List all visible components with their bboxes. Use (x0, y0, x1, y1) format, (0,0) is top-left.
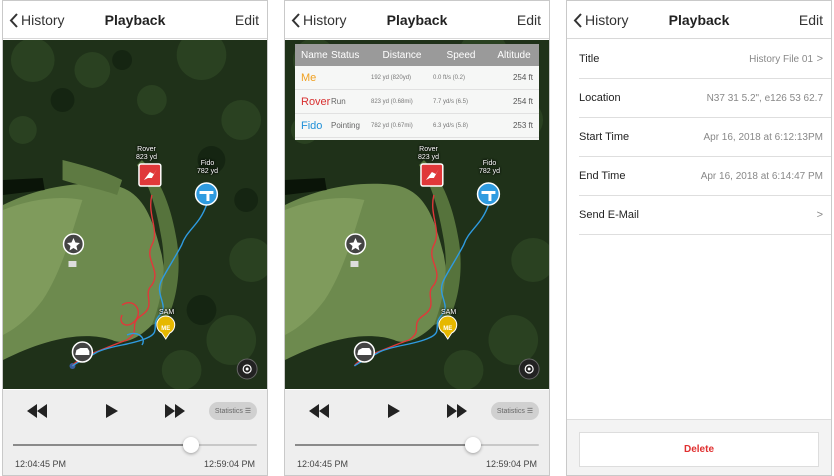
end-time-label: End Time (579, 170, 626, 182)
list-icon: ☰ (526, 408, 534, 415)
timeline-knob[interactable] (183, 437, 200, 453)
fast-forward-icon[interactable] (165, 404, 185, 418)
row-status: Run (331, 97, 346, 106)
statistics-table: Name Status Distance Speed Altitude Me 1… (295, 44, 539, 140)
row-distance: 782 yd (0.67mi) (371, 122, 413, 129)
play-icon[interactable] (105, 404, 119, 418)
playback-screen-map: History Playback Edit ME Rover 823 yd Fi… (2, 0, 268, 476)
playback-screen-details: History Playback Edit Title History File… (566, 0, 832, 476)
location-label: Location (579, 92, 621, 104)
delete-button[interactable]: Delete (579, 432, 819, 467)
row-altitude: 254 ft (512, 73, 533, 82)
play-icon[interactable] (387, 404, 401, 418)
timeline-progress (295, 444, 474, 446)
locate-button[interactable] (518, 358, 540, 380)
statistics-label: Statistics (214, 407, 243, 415)
timeline-knob[interactable] (465, 437, 482, 453)
row-name: Me (301, 71, 317, 84)
row-distance: 192 yd (820yd) (371, 74, 412, 81)
playback-controls: Statistics ☰ 12:04:45 PM 12:59:04 PM (285, 390, 549, 475)
sam-label: SAM (441, 309, 457, 316)
end-time: 12:59:04 PM (485, 459, 537, 469)
sam-label: SAM (159, 309, 175, 316)
vehicle-pin[interactable] (71, 341, 94, 363)
timeline-slider[interactable] (13, 437, 257, 453)
timeline-slider[interactable] (295, 437, 539, 453)
fido-label: Fido 782 yd (197, 160, 219, 175)
chevron-right-icon: > (816, 209, 823, 221)
start-time: 12:04:45 PM (297, 459, 349, 469)
column-header: Status (331, 49, 360, 61)
start-time-row: Start Time Apr 16, 2018 at 6:12:13PM (579, 118, 831, 157)
map-imagery: ME (3, 40, 267, 389)
rewind-icon[interactable] (309, 404, 329, 418)
start-time-value: Apr 16, 2018 at 6:12:13PM (703, 131, 823, 143)
satellite-map[interactable]: ME Rover 823 yd Fido 782 yd SAM (3, 40, 267, 389)
rover-pin[interactable] (420, 163, 444, 187)
nav-bar: History Playback Edit (285, 1, 549, 39)
list-icon: ☰ (244, 408, 252, 415)
row-altitude: 254 ft (512, 97, 533, 106)
send-email-row[interactable]: Send E-Mail > (579, 196, 831, 235)
chevron-right-icon: > (816, 53, 823, 65)
table-header: Name Status Distance Speed Altitude (295, 44, 539, 66)
title-label: Title (579, 53, 600, 65)
start-time-label: Start Time (579, 131, 630, 143)
title-value: History File 01 (749, 53, 813, 65)
start-time: 12:04:45 PM (15, 459, 67, 469)
vehicle-pin[interactable] (353, 341, 376, 363)
column-header: Altitude (497, 49, 531, 61)
column-header: Speed (446, 49, 476, 61)
svg-text:ME: ME (161, 326, 170, 332)
page-title: Playback (104, 12, 166, 28)
statistics-button[interactable]: Statistics ☰ (209, 402, 257, 420)
edit-button[interactable]: Edit (517, 12, 541, 28)
edit-button[interactable]: Edit (799, 12, 823, 28)
end-time-value: Apr 16, 2018 at 6:14:47 PM (700, 170, 823, 182)
send-email-label: Send E-Mail (579, 209, 639, 221)
fido-pin[interactable] (476, 182, 501, 206)
nav-bar: History Playback Edit (3, 1, 267, 39)
svg-text:ME: ME (443, 326, 452, 332)
row-speed: 6.3 yd/s (5.8) (433, 122, 469, 129)
end-time-row: End Time Apr 16, 2018 at 6:14:47 PM (579, 157, 831, 196)
fido-pin[interactable] (194, 182, 219, 206)
end-time: 12:59:04 PM (203, 459, 255, 469)
row-speed: 7.7 yd/s (6.5) (433, 98, 469, 105)
page-title: Playback (386, 12, 448, 28)
rover-label: Rover 823 yd (418, 146, 440, 161)
column-header: Distance (382, 49, 422, 61)
row-name: Rover (301, 95, 331, 108)
edit-button[interactable]: Edit (235, 12, 259, 28)
location-row: Location N37 31 5.2", e126 53 62.7 (579, 79, 831, 118)
rover-label: Rover 823 yd (136, 146, 158, 161)
row-name: Fido (301, 119, 323, 132)
timeline-progress (13, 444, 192, 446)
table-row[interactable]: Me 192 yd (820yd) 0.0 ft/s (0.2) 254 ft (295, 66, 539, 90)
row-status: Pointing (331, 121, 360, 130)
statistics-label: Statistics (496, 407, 525, 415)
location-value: N37 31 5.2", e126 53 62.7 (706, 92, 823, 104)
row-speed: 0.0 ft/s (0.2) (433, 74, 466, 81)
fast-forward-icon[interactable] (447, 404, 467, 418)
page-title: Playback (668, 12, 730, 28)
fido-label: Fido 782 yd (479, 160, 501, 175)
column-header: Name (301, 49, 328, 61)
row-distance: 823 yd (0.68mi) (371, 98, 413, 105)
delete-section: Delete (567, 419, 831, 475)
details-list: Title History File 01 > Location N37 31 … (567, 40, 831, 235)
nav-bar: History Playback Edit (567, 1, 831, 39)
table-row[interactable]: Fido Pointing 782 yd (0.67mi) 6.3 yd/s (… (295, 114, 539, 138)
statistics-button[interactable]: Statistics ☰ (491, 402, 539, 420)
playback-controls: Statistics ☰ 12:04:45 PM 12:59:04 PM (3, 390, 267, 475)
rewind-icon[interactable] (27, 404, 47, 418)
playback-screen-statistics: History Playback Edit ME Rover 823 yd Fi… (284, 0, 550, 476)
rover-pin[interactable] (138, 163, 162, 187)
locate-button[interactable] (236, 358, 258, 380)
row-altitude: 253 ft (512, 121, 533, 130)
title-row[interactable]: Title History File 01 > (579, 40, 831, 79)
table-row[interactable]: Rover Run 823 yd (0.68mi) 7.7 yd/s (6.5)… (295, 90, 539, 114)
